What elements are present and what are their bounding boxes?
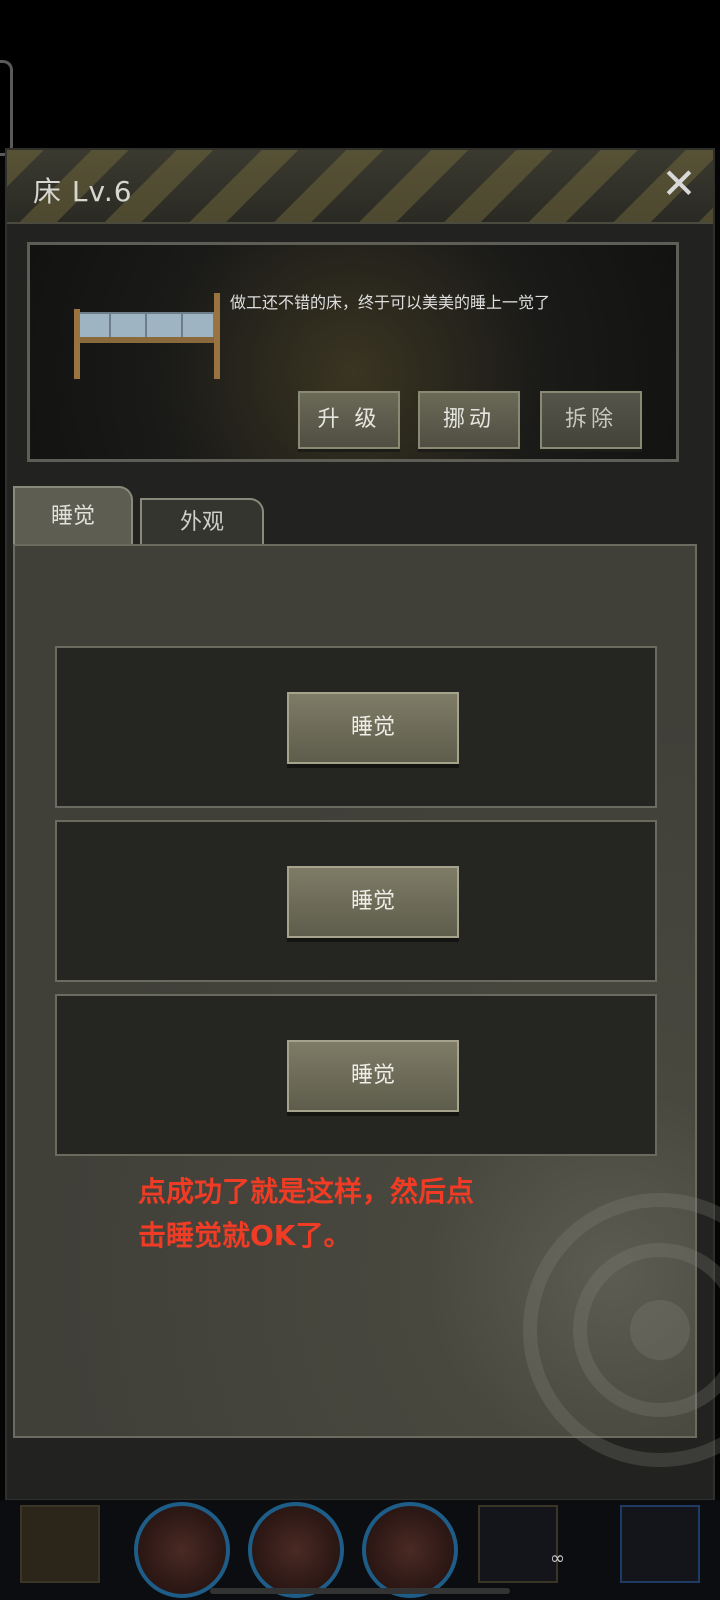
bed-info-box: 做工还不错的床，终于可以美美的睡上一觉了 升 级 挪动 拆除 [27,242,679,462]
sleep-slot: 睡觉 [55,994,657,1156]
home-indicator[interactable] [210,1588,510,1594]
tab-sleep[interactable]: 睡觉 [13,486,133,544]
skill-slot-icon[interactable] [134,1502,230,1598]
sleep-button[interactable]: 睡觉 [287,692,459,764]
sleep-slot: 睡觉 [55,820,657,982]
skill-slot-icon[interactable] [248,1502,344,1598]
move-button[interactable]: 挪动 [418,391,520,449]
bottom-toolbar [0,1500,720,1600]
top-background [0,0,720,150]
dismantle-button[interactable]: 拆除 [540,391,642,449]
weapon-slot[interactable] [478,1505,558,1583]
bed-icon [74,293,220,379]
annotation-line-2: 击睡觉就OK了。 [138,1219,352,1252]
dialog-header: 床 Lv.6 ✕ [7,150,713,224]
extra-slot[interactable] [620,1505,700,1583]
skill-slot-icon[interactable] [362,1502,458,1598]
infinity-count: ∞ [550,1548,565,1569]
annotation-text: 点成功了就是这样，然后点 击睡觉就OK了。 [138,1170,578,1258]
item-description: 做工还不错的床，终于可以美美的睡上一觉了 [230,293,551,312]
inventory-slot[interactable] [20,1505,100,1583]
tab-appearance[interactable]: 外观 [140,498,264,544]
side-drawer-handle[interactable] [0,60,13,156]
sleep-button[interactable]: 睡觉 [287,866,459,938]
sleep-button[interactable]: 睡觉 [287,1040,459,1112]
upgrade-button[interactable]: 升 级 [298,391,400,449]
close-icon[interactable]: ✕ [657,162,701,206]
annotation-line-1: 点成功了就是这样，然后点 [138,1175,475,1208]
dialog-title: 床 Lv.6 [33,175,133,208]
sleep-slot: 睡觉 [55,646,657,808]
